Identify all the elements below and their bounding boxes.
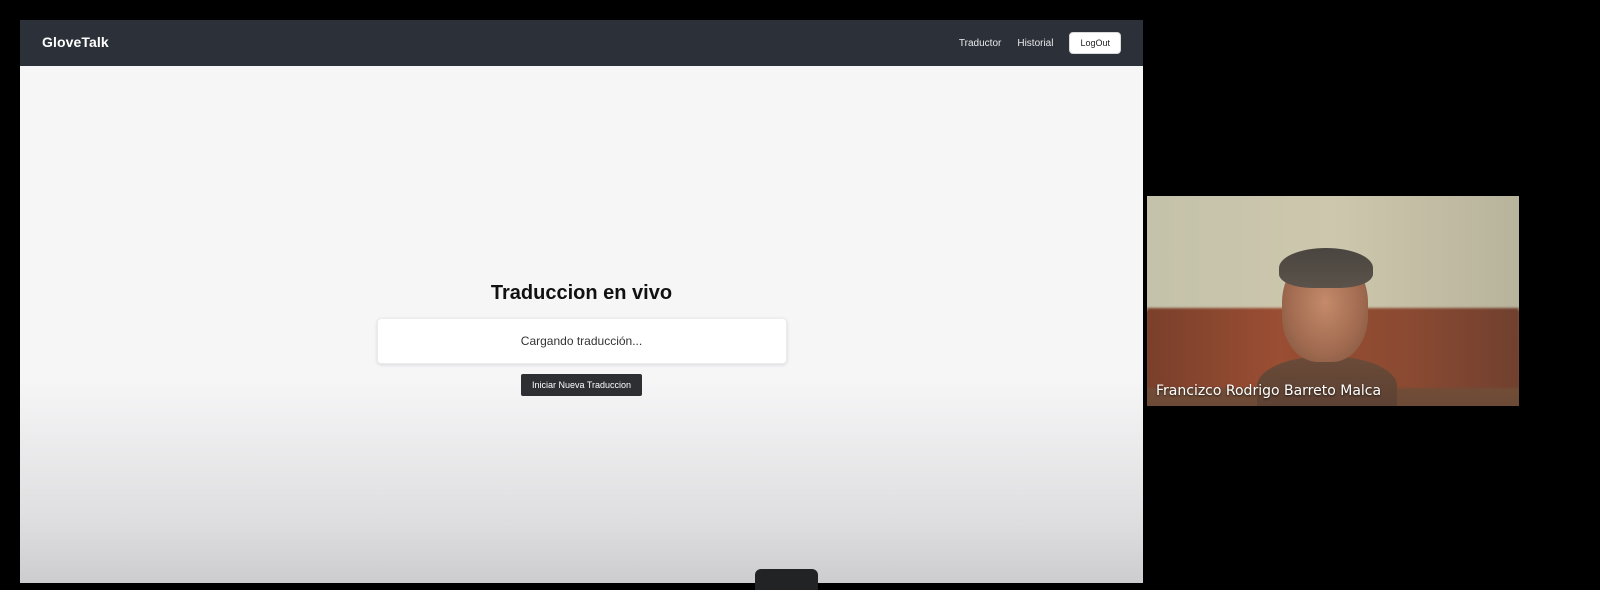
screen-share-toolbar-handle[interactable] (755, 569, 818, 590)
new-translation-button[interactable]: Iniciar Nueva Traduccion (520, 374, 643, 396)
translation-status-text: Cargando traducción... (520, 334, 643, 348)
brand-logo[interactable]: GloveTalk (42, 34, 109, 50)
logout-button[interactable]: LogOut (1069, 32, 1121, 54)
participant-video-tile[interactable]: Francizco Rodrigo Barreto Malca (1147, 196, 1519, 406)
page-title: Traduccion en vivo (490, 282, 673, 304)
top-navbar: GloveTalk Traductor Historial LogOut (20, 20, 1143, 66)
participant-hair (1279, 248, 1373, 288)
translation-panel: Traduccion en vivo Cargando traducción..… (20, 280, 1143, 396)
meeting-stage: GloveTalk Traductor Historial LogOut Tra… (0, 0, 1600, 590)
translation-result-box: Cargando traducción... (376, 318, 787, 364)
shared-screen: GloveTalk Traductor Historial LogOut Tra… (20, 20, 1143, 583)
nav-links: Traductor Historial LogOut (959, 32, 1121, 54)
content-background-fade (20, 380, 1143, 583)
nav-link-historial[interactable]: Historial (1017, 38, 1053, 49)
nav-link-traductor[interactable]: Traductor (959, 38, 1001, 49)
participant-name-label: Francizco Rodrigo Barreto Malca (1156, 383, 1382, 399)
